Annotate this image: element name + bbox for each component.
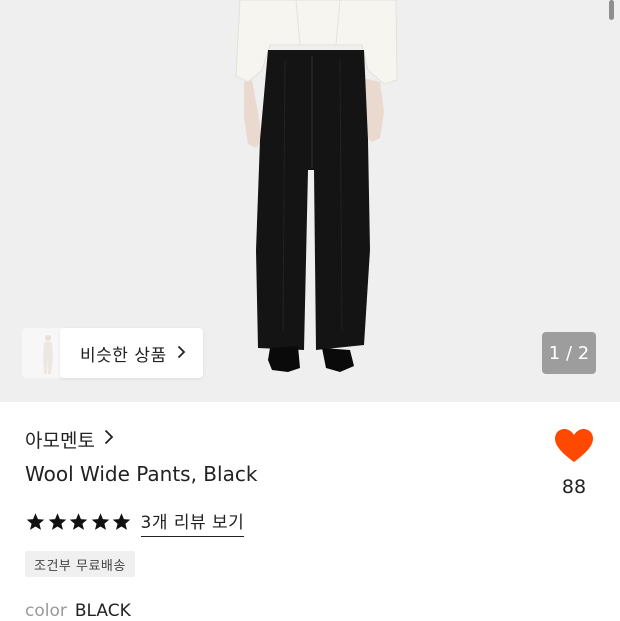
color-option: color BLACK xyxy=(25,601,131,621)
rating-row: 3개 리뷰 보기 xyxy=(25,508,245,537)
review-link[interactable]: 3개 리뷰 보기 xyxy=(140,508,245,537)
like-count: 88 xyxy=(561,476,587,498)
scroll-indicator[interactable] xyxy=(609,0,614,20)
star-icon xyxy=(91,513,109,530)
rating-stars xyxy=(25,512,133,532)
like-button[interactable]: 88 xyxy=(548,428,600,500)
chevron-right-icon xyxy=(177,344,186,363)
shipping-badge: 조건부 무료배송 xyxy=(25,551,135,577)
brand-link[interactable]: 아모멘토 xyxy=(25,425,114,453)
star-icon xyxy=(112,513,131,530)
similar-products-label: 비슷한 상품 xyxy=(80,345,167,366)
similar-products-button[interactable]: 비슷한 상품 xyxy=(60,328,203,378)
color-label: color xyxy=(25,601,67,621)
chevron-right-icon xyxy=(104,429,114,449)
star-icon xyxy=(69,513,88,530)
product-name: Wool Wide Pants, Black xyxy=(25,462,258,486)
product-image-gallery[interactable]: 비슷한 상품 1 / 2 xyxy=(0,0,620,402)
similar-products[interactable]: 비슷한 상품 xyxy=(22,328,203,378)
heart-icon xyxy=(555,429,593,462)
color-value: BLACK xyxy=(74,601,131,621)
brand-name: 아모멘토 xyxy=(25,429,95,452)
star-icon xyxy=(26,513,45,530)
star-icon xyxy=(48,513,66,530)
image-page-indicator: 1 / 2 xyxy=(542,332,596,374)
